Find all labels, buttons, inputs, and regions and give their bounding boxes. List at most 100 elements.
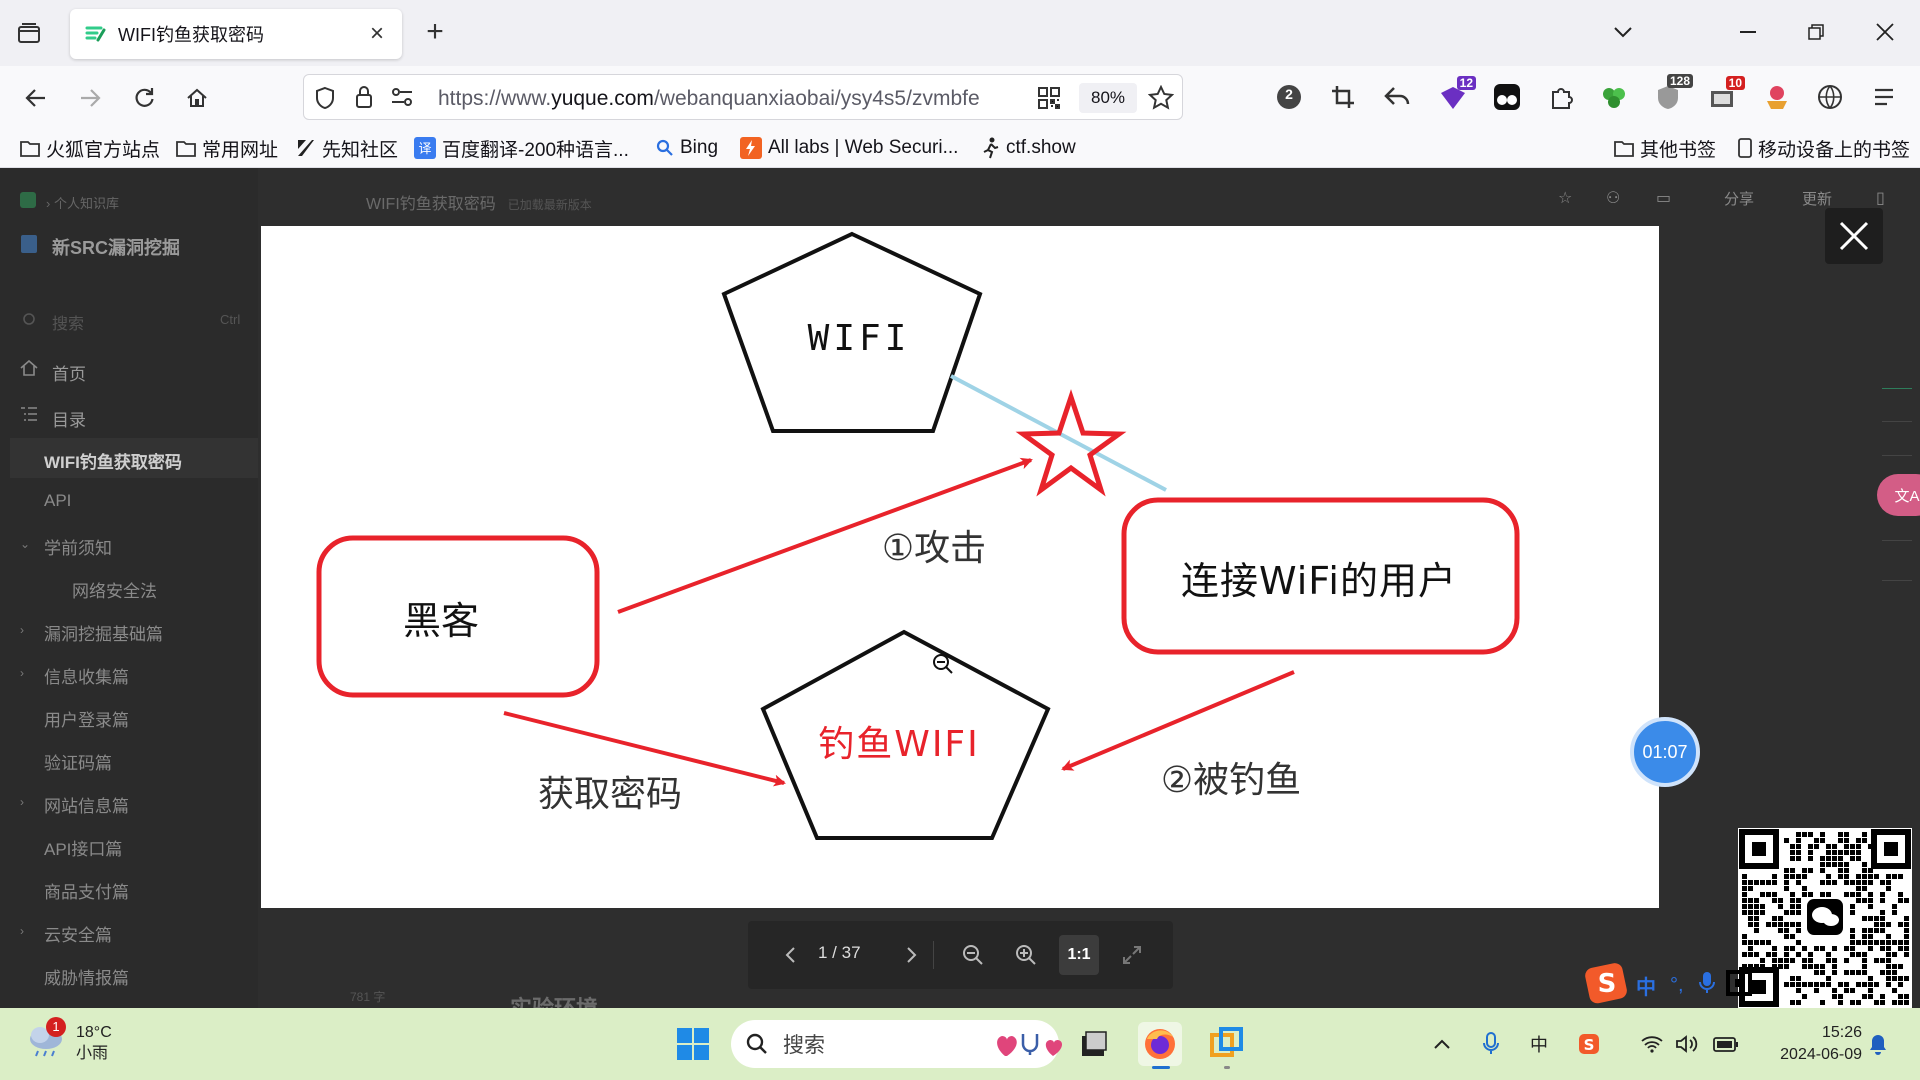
weather-widget[interactable]: 1 18°C 小雨 — [26, 1016, 112, 1064]
back-button[interactable] — [19, 81, 53, 115]
bookmark-portswigger-labs[interactable]: All labs | Web Securi... — [740, 134, 958, 162]
sidebar-item-vuln-basics[interactable]: 漏洞挖掘基础篇 — [44, 620, 163, 645]
chevron-right-icon[interactable]: › — [20, 623, 24, 637]
sidebar-item-cyber-law[interactable]: 网络安全法 — [72, 577, 157, 602]
bookmark-star-icon[interactable] — [1147, 84, 1175, 116]
clover-extension-icon[interactable] — [1597, 80, 1631, 114]
mail-extension-icon[interactable]: 10 — [1705, 76, 1745, 114]
address-bar[interactable]: https://www.yuque.com/webanquanxiaobai/y… — [303, 74, 1183, 120]
task-view-button[interactable] — [1072, 1022, 1116, 1066]
undo-arrow-icon[interactable] — [1380, 80, 1414, 114]
collaborate-icon[interactable]: ⚇ — [1606, 188, 1620, 208]
tracking-shield-icon[interactable] — [314, 86, 336, 115]
forward-button[interactable] — [73, 81, 107, 115]
ublock-extension-icon[interactable]: 128 — [1651, 74, 1693, 114]
bookmark-ctfshow[interactable]: ctf.show — [982, 134, 1076, 162]
bookmark-mobile-bookmarks[interactable]: 移动设备上的书签 — [1738, 134, 1910, 162]
star-icon[interactable]: ☆ — [1558, 188, 1572, 208]
system-clock[interactable]: 15:26 2024-06-09 — [1762, 1022, 1862, 1066]
crop-screenshot-icon[interactable] — [1326, 80, 1360, 114]
extensions-puzzle-icon[interactable] — [1545, 80, 1579, 114]
present-icon[interactable]: ▭ — [1656, 188, 1671, 208]
minimize-button[interactable] — [1728, 14, 1768, 50]
chevron-right-icon[interactable]: › — [20, 666, 24, 680]
input-language-indicator[interactable]: 中 — [1525, 1030, 1553, 1058]
show-hidden-icons-chevron[interactable] — [1428, 1030, 1456, 1058]
purple-extension-icon[interactable]: 12 — [1436, 76, 1476, 114]
previous-image-button[interactable] — [770, 935, 810, 975]
taskbar-search-box[interactable]: 搜索 — [731, 1020, 1063, 1068]
close-preview-button[interactable] — [1825, 208, 1883, 264]
reload-button[interactable] — [127, 81, 161, 115]
url-text[interactable]: https://www.yuque.com/webanquanxiaobai/y… — [438, 87, 1038, 111]
sidebar-item-site-info[interactable]: 网站信息篇 — [44, 792, 129, 817]
sidebar-search-input[interactable]: 搜索 — [52, 310, 84, 334]
zoom-level-button[interactable]: 80% — [1079, 83, 1137, 113]
share-button[interactable]: 分享 — [1724, 188, 1754, 209]
translate-globe-icon[interactable] — [1813, 80, 1847, 114]
next-image-button[interactable] — [892, 935, 932, 975]
sidebar-item-home[interactable]: 首页 — [52, 360, 86, 385]
bookmark-other-bookmarks[interactable]: 其他书签 — [1614, 134, 1716, 162]
sidebar-item-cloud-security[interactable]: 云安全篇 — [44, 921, 112, 946]
battery-icon[interactable] — [1712, 1030, 1740, 1058]
bookmark-xianzhi[interactable]: 先知社区 — [296, 134, 398, 162]
bookmark-firefox-official[interactable]: 火狐官方站点 — [20, 134, 160, 162]
update-button[interactable]: 更新 — [1802, 188, 1832, 209]
chevron-down-icon[interactable]: ⌄ — [20, 537, 30, 551]
sidebar-item-payment[interactable]: 商品支付篇 — [44, 878, 129, 903]
ime-toolbox-icon[interactable] — [1725, 969, 1752, 1001]
tab-list-icon[interactable] — [14, 18, 44, 48]
ime-punctuation-icon[interactable]: °, — [1670, 974, 1684, 997]
translate-float-button[interactable]: 文A — [1877, 474, 1920, 516]
qr-code-icon[interactable] — [1037, 86, 1061, 115]
firefox-taskbar-button[interactable] — [1138, 1022, 1182, 1069]
sidebar-item-prerequisites[interactable]: 学前须知 — [44, 534, 112, 559]
sidebar-item-toc[interactable]: 目录 — [52, 406, 86, 431]
github-notifications-icon[interactable]: 2 — [1272, 80, 1306, 114]
app-menu-icon[interactable] — [1867, 80, 1901, 114]
fullscreen-button[interactable] — [1112, 935, 1152, 975]
notification-bell-icon[interactable] — [1864, 1030, 1892, 1058]
microphone-tray-icon[interactable] — [1477, 1030, 1505, 1058]
volume-icon[interactable] — [1673, 1030, 1701, 1058]
sidebar-toggle-icon[interactable]: ▯ — [1876, 188, 1885, 208]
breadcrumb[interactable]: › 个人知识库 — [46, 193, 119, 212]
sidebar-item-api[interactable]: API — [44, 491, 71, 511]
new-tab-button[interactable]: + — [420, 17, 450, 48]
close-window-button[interactable] — [1865, 14, 1905, 50]
ime-mode-indicator[interactable]: 中 — [1636, 971, 1656, 1000]
sogou-tray-icon[interactable]: S — [1575, 1030, 1603, 1058]
wifi-icon[interactable] — [1638, 1030, 1666, 1058]
sidebar-item-api-interface[interactable]: API接口篇 — [44, 835, 122, 860]
sidebar-item-user-login[interactable]: 用户登录篇 — [44, 706, 129, 731]
zoom-in-button[interactable] — [1006, 935, 1046, 975]
vmware-taskbar-button[interactable] — [1205, 1022, 1249, 1069]
list-all-tabs-icon[interactable] — [1603, 14, 1643, 50]
permissions-icon[interactable] — [390, 87, 414, 112]
bookmark-baidu-translate[interactable]: 译 百度翻译-200种语言... — [414, 134, 629, 162]
microphone-icon[interactable] — [1698, 971, 1716, 1000]
sidebar-item-info-gathering[interactable]: 信息收集篇 — [44, 663, 129, 688]
active-tab[interactable]: WIFI钓鱼获取密码 × — [70, 9, 402, 59]
chevron-right-icon[interactable]: › — [20, 795, 24, 809]
sogou-logo-icon[interactable]: S — [1584, 960, 1630, 1011]
cookie-editor-icon[interactable] — [1760, 80, 1794, 114]
chevron-right-icon[interactable]: › — [20, 924, 24, 938]
zoom-out-button[interactable] — [953, 935, 993, 975]
sidebar-item-threat-intel[interactable]: 威胁情报篇 — [44, 964, 129, 989]
book-title[interactable]: 新SRC漏洞挖掘 — [52, 234, 180, 260]
sogou-ime-toolbar: S 中 °, — [1584, 962, 1814, 1008]
home-button[interactable] — [180, 81, 214, 115]
sidebar-item-wifi-phishing[interactable]: WIFI钓鱼获取密码 — [44, 448, 182, 473]
actual-size-button[interactable]: 1:1 — [1059, 935, 1099, 975]
recording-timer[interactable]: 01:07 — [1630, 717, 1700, 787]
sidebar-item-captcha[interactable]: 验证码篇 — [44, 749, 112, 774]
bookmark-bing[interactable]: Bing — [656, 134, 718, 162]
bookmark-common-sites[interactable]: 常用网址 — [176, 134, 278, 162]
restore-button[interactable] — [1796, 14, 1836, 50]
close-tab-icon[interactable]: × — [366, 22, 388, 46]
start-button[interactable] — [671, 1022, 715, 1066]
lock-icon[interactable] — [354, 85, 374, 114]
tampermonkey-icon[interactable] — [1490, 80, 1524, 114]
